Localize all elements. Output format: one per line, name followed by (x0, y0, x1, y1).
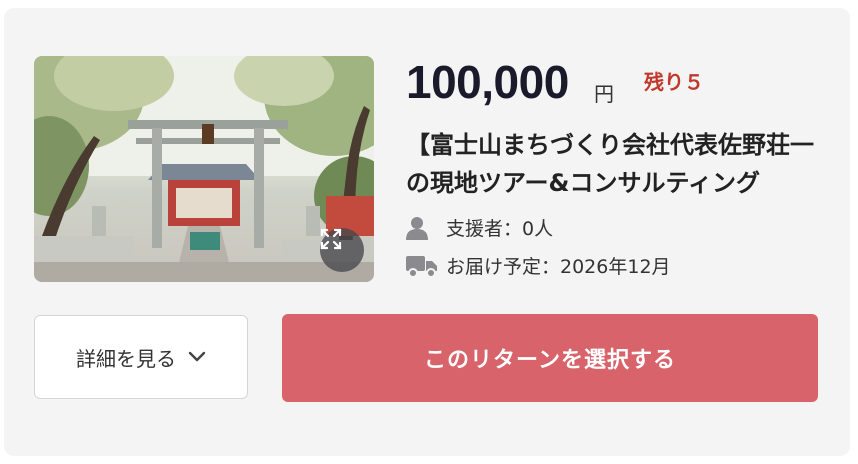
chevron-down-icon (188, 351, 206, 363)
person-icon (406, 215, 440, 241)
reward-title: 【富士山まちづくり会社代表佐野荘一の現地ツアー&コンサルティング (406, 131, 814, 197)
reward-card: 100,000 円 残り５ 【富士山まちづくり会社代表佐野荘一の現地ツアー&コン… (4, 8, 850, 456)
delivery-text: お届け予定：2026年12月 (446, 256, 671, 278)
supporters-text: 支援者：0人 (446, 218, 554, 240)
reward-price: 100,000 (406, 56, 569, 108)
currency-unit: 円 (594, 82, 614, 106)
select-reward-label: このリターンを選択する (424, 348, 676, 373)
supporters-row: 支援者：0人 (406, 214, 553, 241)
expand-image-button[interactable] (320, 228, 364, 272)
price-row: 100,000 円 残り５ (406, 54, 826, 110)
select-reward-button[interactable]: このリターンを選択する (282, 314, 818, 402)
details-button-label: 詳細を見る (76, 346, 176, 371)
details-button[interactable]: 詳細を見る (34, 315, 248, 399)
delivery-row: お届け予定：2026年12月 (406, 252, 671, 279)
expand-arrows-icon (320, 228, 342, 250)
reward-image[interactable] (34, 56, 374, 282)
remaining-count: 残り５ (644, 70, 704, 94)
truck-icon (406, 253, 440, 279)
